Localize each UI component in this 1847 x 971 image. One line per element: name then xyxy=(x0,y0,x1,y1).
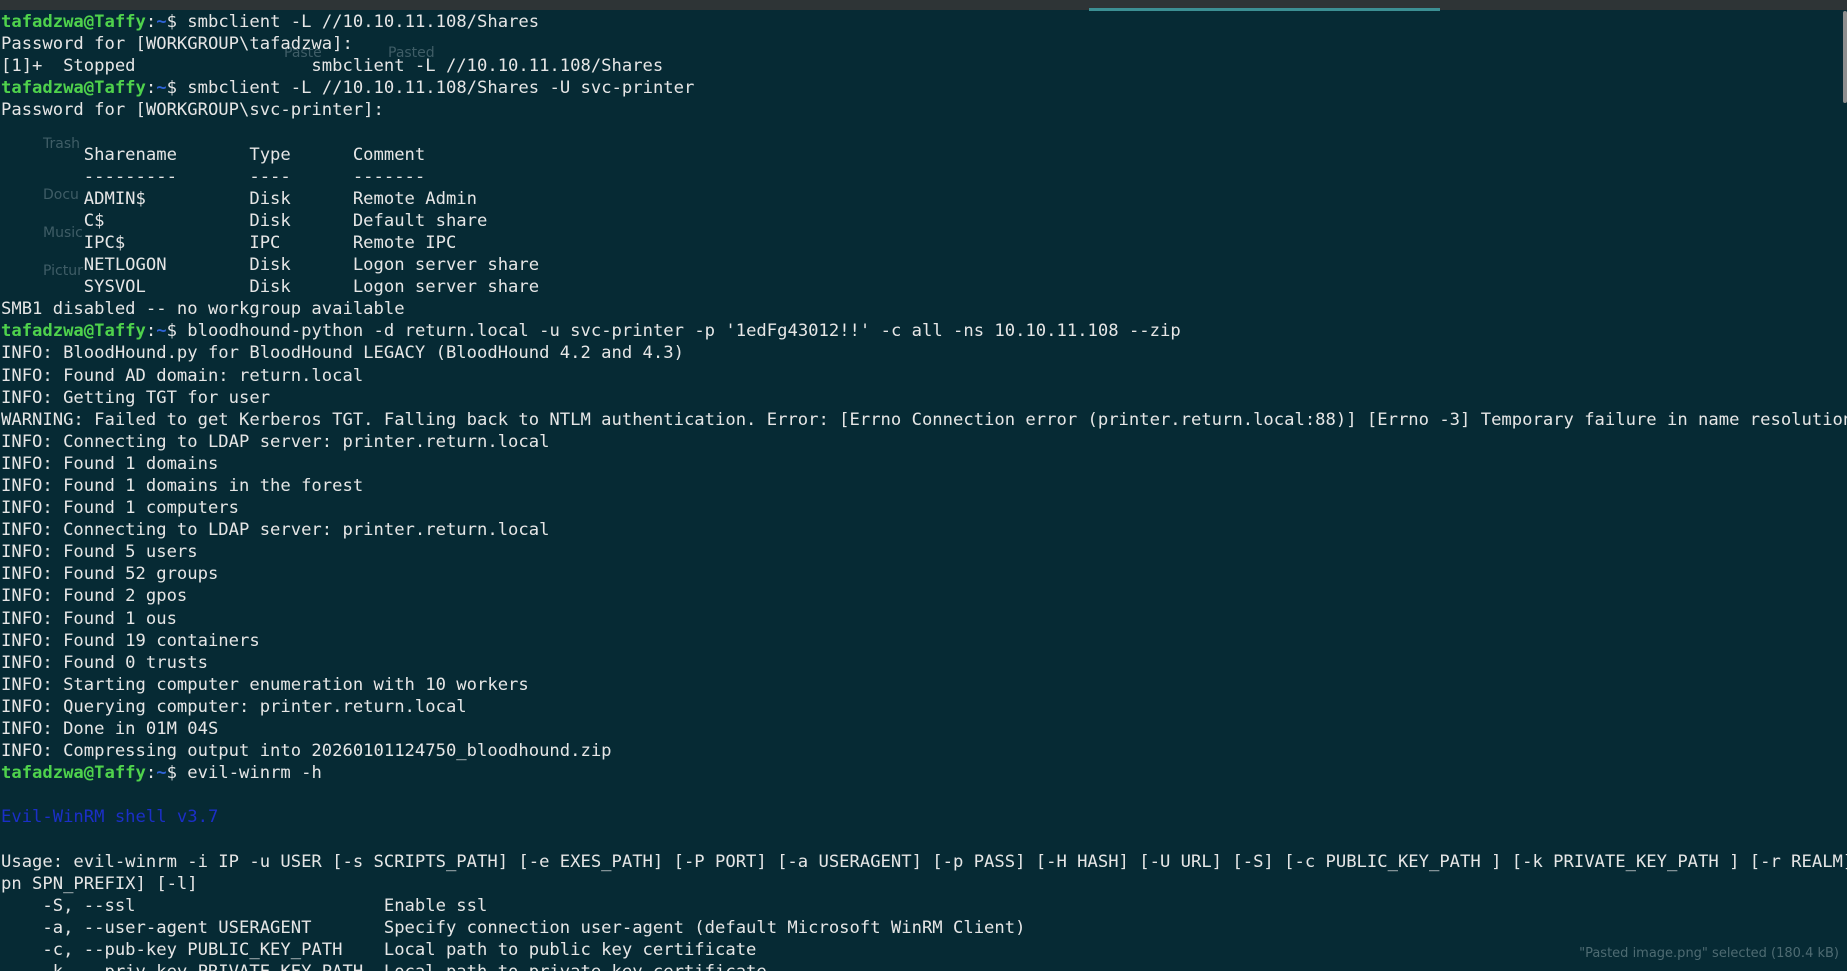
prompt-user: tafadzwa@Taffy xyxy=(1,763,146,784)
output-line: [1]+ Stopped smbclient -L //10.10.11.108… xyxy=(1,56,664,77)
output-line: INFO: Querying computer: printer.return.… xyxy=(1,696,467,717)
prompt-symbol: $ xyxy=(166,12,188,32)
output-line: INFO: Found 1 computers xyxy=(1,498,239,519)
output-line: --------- ---- ------- xyxy=(1,166,426,187)
output-line: INFO: Getting TGT for user xyxy=(1,387,271,408)
command-text: smbclient -L //10.10.11.108/Shares xyxy=(187,12,540,32)
prompt-colon: : xyxy=(145,78,157,99)
output-line: INFO: Starting computer enumeration with… xyxy=(1,674,529,695)
prompt-line: tafadzwa@Taffy:~$ smbclient -L //10.10.1… xyxy=(1,77,1847,99)
output-line: INFO: Found 52 groups xyxy=(1,564,219,585)
output-line: INFO: Found 2 gpos xyxy=(1,586,188,607)
output-line: -c, --pub-key PUBLIC_KEY_PATH Local path… xyxy=(1,939,757,960)
output-line: INFO: Found 1 domains xyxy=(1,453,219,474)
output-line: Password for [WORKGROUP\tafadzwa]: xyxy=(1,34,353,55)
prompt-path: ~ xyxy=(156,78,167,99)
prompt-line: tafadzwa@Taffy:~$ bloodhound-python -d r… xyxy=(1,320,1847,342)
terminal-output[interactable]: tafadzwa@Taffy:~$ smbclient -L //10.10.1… xyxy=(1,11,1847,971)
output-line: INFO: Done in 01M 04S xyxy=(1,719,219,739)
output-line: SYSVOL Disk Logon server share xyxy=(1,277,540,298)
output-line: WARNING: Failed to get Kerberos TGT. Fal… xyxy=(1,409,1847,430)
prompt-line: tafadzwa@Taffy:~$ smbclient -L //10.10.1… xyxy=(1,11,1847,33)
output-line: INFO: Connecting to LDAP server: printer… xyxy=(1,520,550,541)
command-text: evil-winrm -h xyxy=(187,763,322,784)
prompt-path: ~ xyxy=(156,12,167,32)
output-line: INFO: Found AD domain: return.local xyxy=(1,365,364,386)
prompt-colon: : xyxy=(145,12,157,32)
prompt-line: tafadzwa@Taffy:~$ evil-winrm -h xyxy=(1,762,1847,784)
output-line: INFO: Found 5 users xyxy=(1,542,198,563)
output-line: ADMIN$ Disk Remote Admin xyxy=(1,188,477,209)
terminal-scrollbar[interactable] xyxy=(1843,11,1847,103)
output-line: INFO: BloodHound.py for BloodHound LEGAC… xyxy=(1,343,684,364)
output-line: SMB1 disabled -- no workgroup available xyxy=(1,299,405,320)
output-line: INFO: Found 1 ous xyxy=(1,608,177,629)
prompt-user: tafadzwa@Taffy xyxy=(1,78,146,99)
prompt-symbol: $ xyxy=(166,78,188,99)
command-text: smbclient -L //10.10.11.108/Shares -U sv… xyxy=(187,78,695,99)
output-line: INFO: Found 0 trusts xyxy=(1,652,208,673)
prompt-symbol: $ xyxy=(166,763,188,784)
output-line: C$ Disk Default share xyxy=(1,210,488,231)
file-selection-status: "Pasted image.png" selected (180.4 kB) xyxy=(1579,946,1839,961)
output-line: Usage: evil-winrm -i IP -u USER [-s SCRI… xyxy=(1,851,1847,872)
output-line: INFO: Connecting to LDAP server: printer… xyxy=(1,431,550,452)
prompt-path: ~ xyxy=(156,321,167,342)
output-line: INFO: Compressing output into 2026010112… xyxy=(1,741,612,762)
output-line: Password for [WORKGROUP\svc-printer]: xyxy=(1,100,384,121)
prompt-colon: : xyxy=(145,763,157,784)
prompt-colon: : xyxy=(145,321,157,342)
output-line: Sharename Type Comment xyxy=(1,144,426,165)
output-line: -S, --ssl Enable ssl xyxy=(1,895,488,916)
output-line: IPC$ IPC Remote IPC xyxy=(1,232,457,253)
terminal-tab-bar xyxy=(0,0,1847,11)
output-line: INFO: Found 1 domains in the forest xyxy=(1,475,364,496)
winrm-banner: Evil-WinRM shell v3.7 xyxy=(1,807,219,828)
prompt-user: tafadzwa@Taffy xyxy=(1,321,146,342)
output-line: -a, --user-agent USERAGENT Specify conne… xyxy=(1,917,1026,938)
command-text: bloodhound-python -d return.local -u svc… xyxy=(187,321,1181,342)
output-line: INFO: Found 19 containers xyxy=(1,630,260,651)
output-line: -k, --priv-key PRIVATE_KEY_PATH Local pa… xyxy=(1,961,1847,971)
prompt-user: tafadzwa@Taffy xyxy=(1,12,146,32)
output-line: NETLOGON Disk Logon server share xyxy=(1,255,540,276)
prompt-path: ~ xyxy=(156,763,167,784)
prompt-symbol: $ xyxy=(166,321,188,342)
output-line: pn SPN_PREFIX] [-l] xyxy=(1,873,198,894)
